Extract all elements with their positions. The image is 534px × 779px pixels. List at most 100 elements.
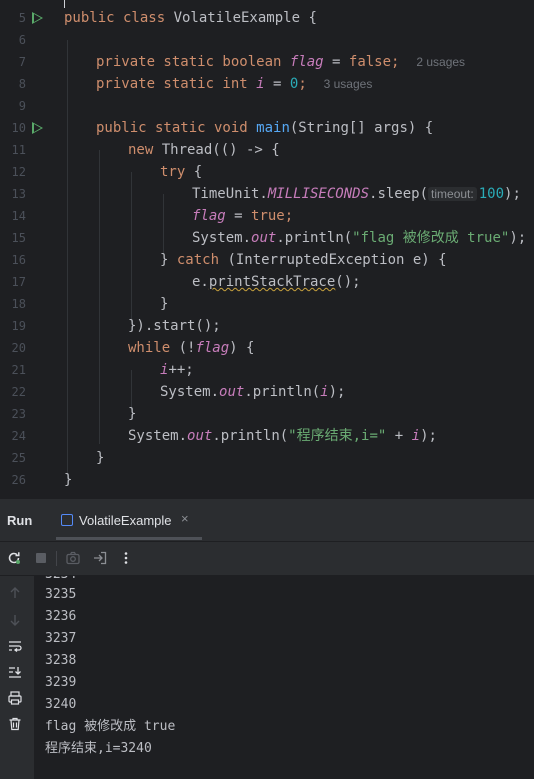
- code-token: ;: [284, 208, 294, 224]
- code-token: out: [187, 428, 213, 444]
- code-token: 100: [478, 186, 505, 202]
- line-number: 25: [11, 451, 26, 465]
- code-token: }).start();: [128, 318, 221, 334]
- code-token: i: [411, 428, 421, 444]
- code-token: );: [504, 186, 521, 202]
- code-line: 8 private static int i = 0; 3 usages: [0, 73, 534, 95]
- code-line: 21 i++;: [0, 359, 534, 381]
- close-tab-icon[interactable]: ×: [181, 511, 189, 526]
- up-arrow-icon[interactable]: [7, 585, 23, 601]
- print-icon[interactable]: [7, 690, 23, 706]
- code-token: out: [251, 230, 277, 246]
- line-number: 9: [18, 99, 26, 113]
- scroll-to-end-icon[interactable]: [7, 664, 23, 680]
- code-token: flag: [195, 340, 230, 356]
- run-tab-bar: Run VolatileExample ×: [0, 499, 534, 542]
- code-token: flag: [192, 208, 226, 224]
- code-token: (InterruptedException e) {: [219, 252, 447, 268]
- code-token: =: [323, 54, 349, 70]
- usages-hint[interactable]: 2 usages: [416, 55, 465, 69]
- soft-wrap-icon[interactable]: [7, 638, 23, 654]
- code-token: System.: [192, 230, 252, 246]
- console-output[interactable]: 3234 3235 3236 3237 3238 3239 3240 flag …: [34, 576, 534, 779]
- code-token: +: [386, 428, 412, 444]
- line-number: 6: [18, 33, 26, 47]
- code-line: 16 } catch (InterruptedException e) {: [0, 249, 534, 271]
- console-side-toolbar: [0, 576, 34, 779]
- console-line: 程序结束,i=3240: [45, 741, 152, 756]
- code-line: 23 }: [0, 403, 534, 425]
- code-token: public class: [64, 10, 174, 26]
- console-line: 3237: [45, 631, 77, 646]
- more-icon[interactable]: [118, 550, 134, 566]
- stop-icon[interactable]: [33, 550, 49, 566]
- code-line: 6: [0, 29, 534, 51]
- code-token: }: [96, 450, 105, 466]
- code-token: );: [509, 230, 527, 246]
- code-token: true: [251, 208, 285, 224]
- code-token: );: [328, 384, 346, 400]
- code-token: .println(: [244, 384, 321, 400]
- code-token: =: [264, 76, 290, 92]
- code-token: System.: [160, 384, 220, 400]
- code-line: 25 }: [0, 447, 534, 469]
- code-line: 11 new Thread(() -> {: [0, 139, 534, 161]
- down-arrow-icon[interactable]: [7, 612, 23, 628]
- toolbar-divider: [56, 551, 57, 566]
- code-token: System.: [128, 428, 188, 444]
- exit-icon[interactable]: [92, 550, 108, 566]
- console-line: 3239: [45, 675, 77, 690]
- code-token: }: [160, 252, 177, 268]
- code-token: private static boolean: [96, 54, 290, 70]
- code-token: {: [185, 164, 203, 180]
- run-config-tab[interactable]: VolatileExample ×: [56, 505, 202, 535]
- code-token: =: [225, 208, 252, 224]
- code-token: printStackTrace: [208, 274, 336, 290]
- line-number: 19: [11, 319, 26, 333]
- line-number: 14: [11, 209, 26, 223]
- line-number: 26: [11, 473, 26, 487]
- code-token: out: [219, 384, 245, 400]
- code-line: 5 public class VolatileExample {: [0, 7, 534, 29]
- code-line: 26 }: [0, 469, 534, 491]
- run-toolbar: [0, 542, 534, 576]
- console-line: 3238: [45, 653, 77, 668]
- console-line: flag 被修改成 true: [45, 719, 176, 734]
- run-gutter-icon[interactable]: [32, 122, 43, 134]
- code-token: i: [320, 384, 329, 400]
- code-token: new: [128, 142, 162, 158]
- code-token: "程序结束,i=": [288, 428, 387, 444]
- code-token: ();: [335, 274, 361, 290]
- code-token: }: [64, 472, 73, 488]
- line-number: 24: [11, 429, 26, 443]
- trash-icon[interactable]: [7, 716, 23, 732]
- usages-hint[interactable]: 3 usages: [324, 77, 373, 91]
- run-panel-title: Run: [7, 513, 33, 528]
- code-token: e.: [192, 274, 209, 290]
- line-number: 17: [11, 275, 26, 289]
- code-token: .sleep(: [369, 186, 429, 202]
- code-line: 20 while (!flag) {: [0, 337, 534, 359]
- code-token: MILLISECONDS: [267, 186, 370, 202]
- run-gutter-icon[interactable]: [32, 12, 43, 24]
- code-editor[interactable]: 5 public class VolatileExample { 6 7 pri…: [0, 0, 534, 499]
- line-number: 7: [18, 55, 26, 69]
- console-line: 3236: [45, 609, 77, 624]
- code-line: 24 System.out.println("程序结束,i=" + i);: [0, 425, 534, 447]
- line-number: 13: [11, 187, 26, 201]
- screenshot-icon[interactable]: [65, 550, 81, 566]
- code-token: flag: [289, 54, 324, 70]
- code-token: .println(: [212, 428, 289, 444]
- line-number: 15: [11, 231, 26, 245]
- code-token: );: [420, 428, 437, 444]
- code-line: 22 System.out.println(i);: [0, 381, 534, 403]
- code-token: while: [128, 340, 171, 356]
- rerun-icon[interactable]: [6, 550, 22, 566]
- code-token: private static int: [96, 76, 257, 92]
- line-number: 12: [11, 165, 26, 179]
- line-number: 10: [11, 121, 26, 135]
- line-number: 20: [11, 341, 26, 355]
- code-token: main: [256, 120, 290, 136]
- line-number: 23: [11, 407, 26, 421]
- code-token: public static void: [96, 120, 257, 136]
